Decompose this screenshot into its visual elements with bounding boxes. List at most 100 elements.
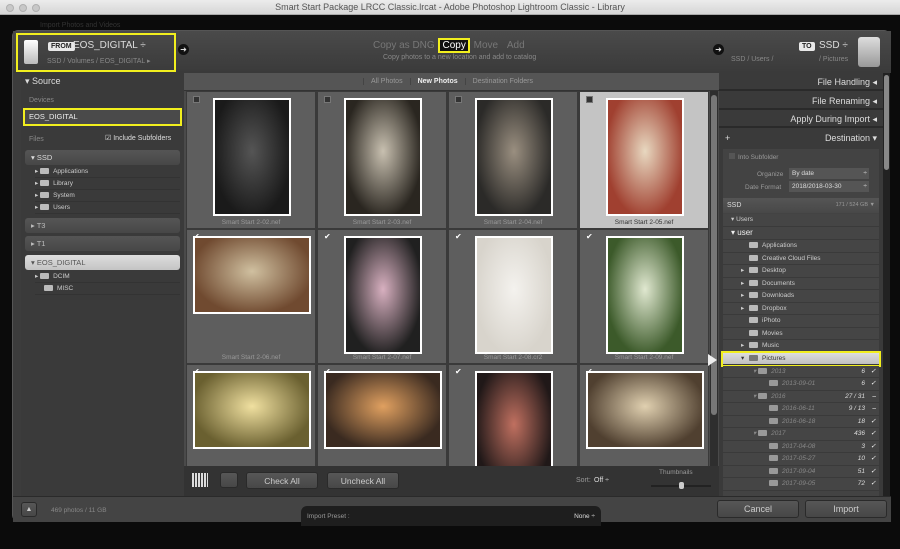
scrollbar-thumb[interactable] bbox=[711, 95, 717, 415]
section-file-renaming[interactable]: File Renaming ◂ bbox=[719, 92, 883, 110]
photo-cell[interactable]: ✔ Smart Start 2-08.cr2 bbox=[448, 229, 578, 364]
to-path-left[interactable]: SSD / Users / bbox=[731, 56, 773, 63]
to-path-right[interactable]: / Pictures bbox=[819, 56, 848, 63]
dest-subfolder[interactable]: 2016-06-18 18 ✓ bbox=[723, 415, 879, 429]
folder-users[interactable]: ▾ Users bbox=[723, 214, 879, 227]
arrow-right-icon[interactable]: ➜ bbox=[178, 44, 189, 55]
to-device[interactable]: SSD ÷ bbox=[819, 40, 848, 51]
photo-thumbnail[interactable] bbox=[193, 371, 311, 449]
photo-cell[interactable]: ✔ bbox=[579, 364, 709, 466]
dest-folder[interactable]: ▸ Dropbox bbox=[723, 302, 879, 315]
folder-checkbox[interactable]: ✓ bbox=[871, 366, 876, 379]
folder-checkbox[interactable]: ✓ bbox=[871, 416, 876, 429]
photo-checkbox[interactable] bbox=[324, 96, 331, 103]
folder-dcim[interactable]: ▸ DCIM bbox=[35, 271, 180, 283]
photo-thumbnail[interactable] bbox=[586, 371, 704, 449]
source-panel-header[interactable]: ▾ Source bbox=[25, 76, 61, 87]
check-all-button[interactable]: Check All bbox=[246, 472, 318, 489]
dest-subfolder[interactable]: ▾ 2016 27 / 31– bbox=[723, 390, 879, 404]
photo-checkbox[interactable] bbox=[455, 96, 462, 103]
photo-thumbnail[interactable] bbox=[475, 236, 553, 354]
dest-folder[interactable]: Movies bbox=[723, 327, 879, 340]
import-preset-bar[interactable]: Import Preset : None ÷ bbox=[301, 506, 601, 526]
folder-checkbox[interactable]: ✓ bbox=[871, 441, 876, 454]
import-button[interactable]: Import bbox=[805, 500, 887, 518]
photo-cell[interactable]: ✔Smart Start 2-06.nef bbox=[186, 229, 316, 364]
folder-checkbox[interactable]: ✓ bbox=[871, 378, 876, 391]
photo-checkbox[interactable]: ✔ bbox=[586, 233, 593, 241]
photo-cell[interactable]: Smart Start 2-03.nef bbox=[317, 91, 447, 229]
folder-users[interactable]: ▸ Users bbox=[35, 202, 180, 214]
folder-library[interactable]: ▸ Library bbox=[35, 178, 180, 190]
include-subfolders-checkbox[interactable]: ☑ Include Subfolders bbox=[105, 134, 171, 142]
dest-subfolder[interactable]: 2017-04-08 3 ✓ bbox=[723, 440, 879, 454]
photo-thumbnail[interactable] bbox=[606, 236, 684, 354]
folder-checkbox[interactable]: ✓ bbox=[871, 428, 876, 441]
dest-subfolder[interactable]: 2017-09-04 51 ✓ bbox=[723, 465, 879, 478]
photo-checkbox[interactable]: ✔ bbox=[455, 368, 462, 376]
uncheck-all-button[interactable]: Uncheck All bbox=[327, 472, 399, 489]
volume-t1[interactable]: ▸ T1 bbox=[25, 236, 180, 251]
photo-cell[interactable]: Smart Start 2-05.nef bbox=[579, 91, 709, 229]
into-subfolder-checkbox[interactable]: Into Subfolder bbox=[729, 153, 778, 161]
mode-move[interactable]: Move bbox=[474, 40, 498, 51]
thumbnail-size-slider[interactable] bbox=[651, 482, 711, 489]
mode-copy[interactable]: Copy bbox=[438, 38, 470, 53]
folder-checkbox[interactable]: – bbox=[872, 391, 876, 404]
minimize-window-button[interactable] bbox=[19, 4, 27, 12]
close-window-button[interactable] bbox=[6, 4, 14, 12]
dest-subfolder[interactable]: 2017-05-27 10 ✓ bbox=[723, 453, 879, 466]
dest-folder[interactable]: iPhoto bbox=[723, 315, 879, 328]
photo-checkbox[interactable] bbox=[193, 96, 200, 103]
section-file-handling[interactable]: File Handling ◂ bbox=[719, 73, 883, 91]
photo-checkbox[interactable]: ✔ bbox=[455, 233, 462, 241]
folder-misc[interactable]: MISC bbox=[35, 283, 180, 295]
photo-cell[interactable]: ✔ Smart Start 2-07.nef bbox=[317, 229, 447, 364]
dest-folder[interactable]: ▸ Documents bbox=[723, 277, 879, 290]
zoom-window-button[interactable] bbox=[32, 4, 40, 12]
collapse-button[interactable]: ▲ bbox=[21, 502, 37, 517]
dest-folder[interactable]: ▸ Downloads bbox=[723, 290, 879, 303]
dest-folder[interactable]: Creative Cloud Files bbox=[723, 252, 879, 265]
folder-system[interactable]: ▸ System bbox=[35, 190, 180, 202]
right-panel-scrollbar[interactable] bbox=[883, 73, 890, 496]
from-path[interactable]: SSD / Volumes / EOS_DIGITAL ▸ bbox=[47, 57, 151, 65]
photo-thumbnail[interactable] bbox=[475, 371, 553, 466]
photo-checkbox[interactable] bbox=[586, 96, 593, 103]
photo-cell[interactable]: ✔ bbox=[448, 364, 578, 466]
slider-knob[interactable] bbox=[678, 482, 684, 489]
folder-checkbox[interactable]: ✓ bbox=[871, 453, 876, 466]
cancel-button[interactable]: Cancel bbox=[717, 500, 799, 518]
destination-volume-ssd[interactable]: SSD 171 / 524 GB ▼ bbox=[723, 198, 879, 213]
photo-cell[interactable]: ✔ bbox=[317, 364, 447, 466]
dest-subfolder[interactable]: 2013-09-01 6 ✓ bbox=[723, 378, 879, 391]
mode-copy-as-dng[interactable]: Copy as DNG bbox=[373, 40, 435, 51]
sort-select[interactable]: Off ÷ bbox=[594, 477, 609, 484]
folder-user[interactable]: ▾ user bbox=[723, 227, 879, 240]
tab-destination-folders[interactable]: Destination Folders bbox=[464, 78, 540, 85]
arrow-right-icon[interactable]: ➜ bbox=[713, 44, 724, 55]
add-folder-icon[interactable]: + bbox=[725, 129, 730, 147]
photo-thumbnail[interactable] bbox=[344, 236, 422, 354]
photo-thumbnail[interactable] bbox=[324, 371, 442, 449]
folder-checkbox[interactable]: ✓ bbox=[871, 478, 876, 491]
photo-thumbnail[interactable] bbox=[606, 98, 684, 216]
dest-folder[interactable]: ▸ Music bbox=[723, 340, 879, 353]
section-apply-during-import[interactable]: Apply During Import ◂ bbox=[719, 110, 883, 128]
photo-cell[interactable]: Smart Start 2-04.nef bbox=[448, 91, 578, 229]
photo-thumbnail[interactable] bbox=[193, 236, 311, 314]
device-eos-digital[interactable]: EOS_DIGITAL bbox=[23, 108, 182, 126]
from-device[interactable]: EOS_DIGITAL ÷ bbox=[73, 40, 146, 51]
photo-thumbnail[interactable] bbox=[213, 98, 291, 216]
dest-folder-pictures[interactable]: ▾ Pictures bbox=[721, 350, 881, 367]
tab-all-photos[interactable]: All Photos bbox=[363, 78, 410, 85]
photo-cell[interactable]: ✔ bbox=[186, 364, 316, 466]
grid-scrollbar[interactable] bbox=[710, 91, 718, 466]
photo-cell[interactable]: ✔ Smart Start 2-09.nef bbox=[579, 229, 709, 364]
tab-new-photos[interactable]: New Photos bbox=[409, 78, 465, 85]
import-preset-select[interactable]: None ÷ bbox=[574, 513, 595, 520]
dest-subfolder[interactable]: 2017-09-05 72 ✓ bbox=[723, 478, 879, 491]
grid-view-icon[interactable] bbox=[192, 473, 208, 487]
volume-eos-digital[interactable]: ▾ EOS_DIGITAL bbox=[25, 255, 180, 270]
folder-checkbox[interactable]: – bbox=[872, 403, 876, 416]
